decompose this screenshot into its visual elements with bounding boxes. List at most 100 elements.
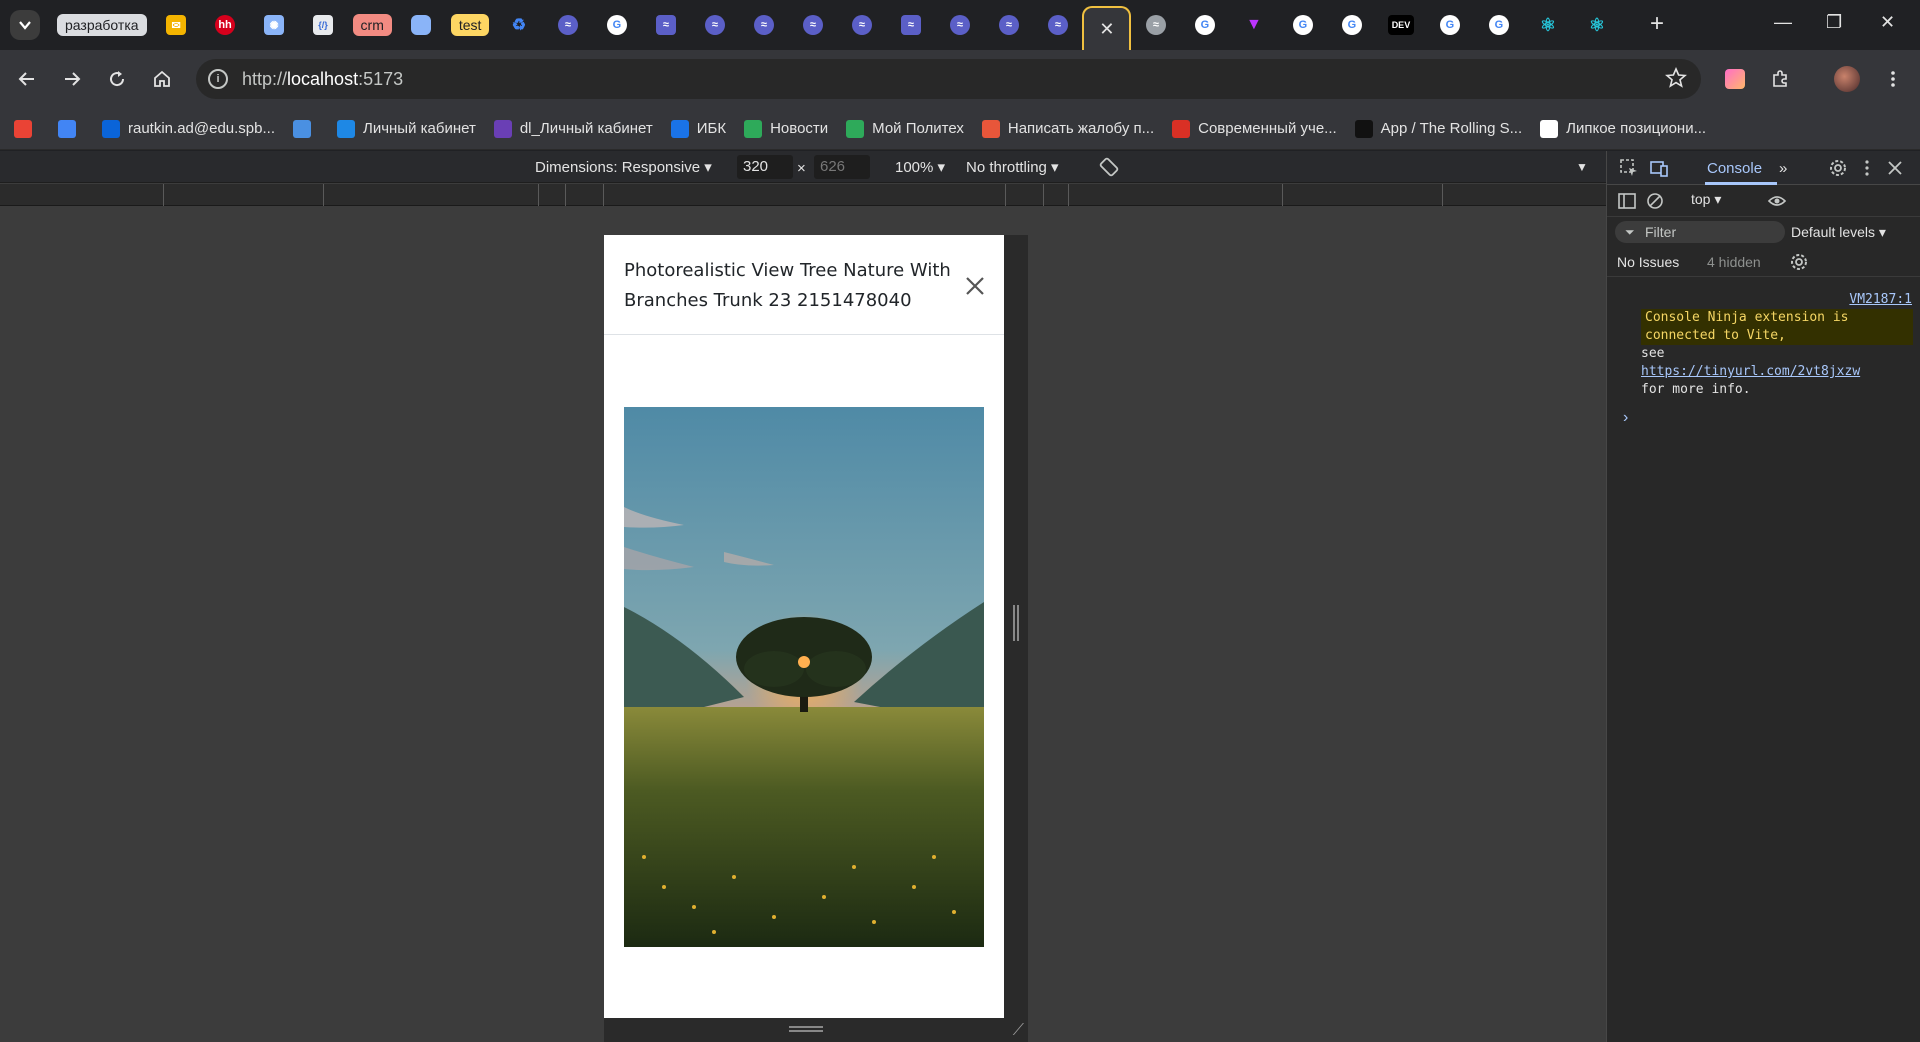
extension-button[interactable] <box>1720 64 1750 94</box>
resize-handle-bottom[interactable]: ⟋ <box>604 1018 1028 1042</box>
tab[interactable]: ≈ <box>984 6 1033 44</box>
bookmark-star-icon[interactable] <box>1665 67 1687 89</box>
tab[interactable]: ≈ <box>1033 6 1082 44</box>
inspect-element-icon[interactable] <box>1619 158 1639 178</box>
console-source-link[interactable]: VM2187:1 <box>1849 292 1912 307</box>
tab[interactable]: G <box>592 6 641 44</box>
tab[interactable]: ≈ <box>886 6 935 44</box>
bookmark-item[interactable]: Личный кабинет <box>336 119 476 138</box>
minimize-icon[interactable]: — <box>1774 12 1792 33</box>
app-favicon-icon: ≈ <box>753 15 774 35</box>
tab[interactable]: G <box>1474 6 1523 44</box>
tab-search-button[interactable] <box>10 10 40 40</box>
window-close-icon[interactable]: ✕ <box>1880 12 1895 33</box>
dimensions-select[interactable]: Dimensions: Responsive ▾ <box>535 158 712 176</box>
tab[interactable]: ⚛ <box>1523 6 1572 44</box>
forward-button[interactable] <box>57 64 87 94</box>
app-favicon-icon: ≈ <box>949 15 970 35</box>
resize-handle-right[interactable] <box>1004 235 1028 1018</box>
bookmark-item[interactable]: App / The Rolling S... <box>1354 119 1522 138</box>
tab-group-chip-crm[interactable]: crm <box>348 6 397 44</box>
bookmark-item[interactable]: Липкое позициони... <box>1540 119 1706 138</box>
extensions-button[interactable] <box>1765 64 1795 94</box>
address-bar[interactable]: i http://localhost:5173 <box>196 59 1701 99</box>
context-select[interactable]: top ▾ <box>1691 191 1721 208</box>
home-button[interactable] <box>147 64 177 94</box>
bookmark-item[interactable] <box>58 119 84 138</box>
gear-icon[interactable] <box>1828 158 1848 178</box>
log-levels-select[interactable]: Default levels ▾ <box>1791 224 1886 241</box>
device-toolbar-more-icon[interactable]: ▼ <box>1576 160 1588 174</box>
kebab-menu-icon[interactable] <box>1857 158 1877 178</box>
sidebar-toggle-icon[interactable] <box>1617 191 1637 211</box>
browser-menu-button[interactable] <box>1878 64 1908 94</box>
bookmark-label: Новости <box>770 120 829 137</box>
tab[interactable]: G <box>1425 6 1474 44</box>
bookmark-item[interactable] <box>14 119 40 138</box>
tab[interactable]: G <box>1180 6 1229 44</box>
bookmark-item[interactable]: Современный уче... <box>1172 119 1337 138</box>
tab-group-chip-test[interactable]: test <box>446 6 495 44</box>
tab[interactable]: ≈ <box>935 6 984 44</box>
tab[interactable]: ≈ <box>1131 6 1180 44</box>
clear-console-icon[interactable] <box>1645 191 1665 211</box>
site-info-icon[interactable]: i <box>208 69 228 89</box>
tab[interactable]: ♻ <box>494 6 543 44</box>
bookmark-item[interactable]: Новости <box>744 119 829 138</box>
issues-count[interactable]: No Issues <box>1617 254 1679 270</box>
tab[interactable]: hh <box>201 6 250 44</box>
tab[interactable]: ≈ <box>788 6 837 44</box>
tab[interactable]: G <box>1327 6 1376 44</box>
throttling-select[interactable]: No throttling ▾ <box>966 158 1059 176</box>
close-icon[interactable] <box>962 273 988 299</box>
restore-icon[interactable]: ❐ <box>1826 12 1842 33</box>
avatar <box>1834 66 1860 92</box>
resize-corner-icon[interactable]: ⟋ <box>1013 1022 1024 1040</box>
new-tab-button[interactable]: + <box>1650 12 1664 36</box>
profile-avatar[interactable] <box>1832 64 1862 94</box>
bookmark-item[interactable]: dl_Личный кабинет <box>493 119 653 138</box>
tab[interactable]: ≈ <box>739 6 788 44</box>
tab-console[interactable]: Console <box>1707 160 1762 177</box>
bookmark-item[interactable]: Мой Политех <box>846 119 964 138</box>
bookmark-item[interactable]: Написать жалобу п... <box>981 119 1154 138</box>
tab[interactable]: ✉ <box>152 6 201 44</box>
tinyurl-link[interactable]: https://tinyurl.com/2vt8jxzw <box>1641 364 1860 379</box>
google-favicon-icon: G <box>1194 15 1215 35</box>
close-tab-icon[interactable]: ✕ <box>1099 19 1114 40</box>
bookmark-item[interactable] <box>292 119 319 138</box>
tab[interactable]: ≈ <box>690 6 739 44</box>
tab[interactable]: ▼ <box>1229 6 1278 44</box>
tab-active[interactable]: ✕ <box>1082 6 1132 50</box>
wr-icon <box>1540 119 1559 138</box>
more-tabs-icon[interactable]: » <box>1779 160 1787 177</box>
url-text[interactable]: http://localhost:5173 <box>242 69 403 90</box>
gear-icon[interactable] <box>1789 252 1809 272</box>
tab[interactable]: ≈ <box>543 6 592 44</box>
bookmark-item[interactable]: rautkin.ad@edu.spb... <box>102 119 275 138</box>
width-input[interactable]: 320 <box>737 155 793 179</box>
height-input[interactable]: 626 <box>814 155 870 179</box>
bookmark-item[interactable]: ИБК <box>670 119 726 138</box>
zoom-select[interactable]: 100% ▾ <box>895 158 945 176</box>
eye-icon[interactable] <box>1767 191 1787 211</box>
polytech-icon <box>336 119 355 138</box>
console-prompt[interactable]: › <box>1623 409 1628 427</box>
tab[interactable] <box>397 6 446 44</box>
tab[interactable]: ≈ <box>641 6 690 44</box>
tab[interactable]: ≈ <box>837 6 886 44</box>
device-toggle-icon[interactable] <box>1649 158 1669 178</box>
tab-group-chip-development[interactable]: разработка <box>52 6 152 44</box>
rotate-icon[interactable] <box>1098 156 1120 178</box>
tab[interactable]: ⚛ <box>1572 6 1621 44</box>
console-filter-input[interactable]: ⏷ Filter <box>1615 221 1785 243</box>
reload-button[interactable] <box>102 64 132 94</box>
recycle-favicon-icon: ♻ <box>511 17 527 34</box>
close-devtools-icon[interactable] <box>1885 158 1905 178</box>
tab[interactable]: G <box>1278 6 1327 44</box>
blank-favicon-icon <box>411 15 432 35</box>
tab[interactable]: {/} <box>299 6 348 44</box>
back-button[interactable] <box>12 64 42 94</box>
tab[interactable]: DEV <box>1376 6 1425 44</box>
tab[interactable]: ✺ <box>250 6 299 44</box>
